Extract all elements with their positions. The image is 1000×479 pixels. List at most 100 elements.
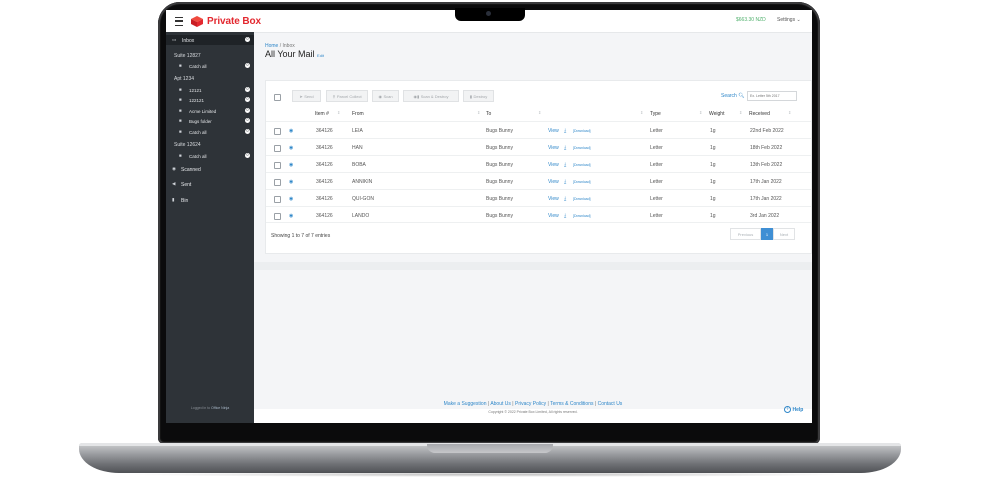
- help-button[interactable]: ? Help: [784, 406, 803, 413]
- row-checkbox[interactable]: [274, 145, 281, 152]
- sort-icon[interactable]: ⇕: [739, 110, 742, 115]
- table-row[interactable]: ◉ 364126 BOBA Bugs Bunny View ⤓ [Downloa…: [266, 155, 811, 172]
- eye-icon[interactable]: ◉: [289, 196, 293, 202]
- sidebar-item-catch-all[interactable]: ■ Catch all 0: [166, 151, 254, 161]
- sidebar-item-scanned[interactable]: ◉ Scanned: [166, 164, 254, 174]
- footer-separator: |: [512, 401, 514, 407]
- view-link[interactable]: View: [548, 196, 559, 202]
- destroy-button[interactable]: ▮ Destroy: [463, 90, 494, 102]
- download-link[interactable]: [Download]: [573, 163, 591, 167]
- download-icon[interactable]: ⤓: [564, 213, 566, 219]
- sidebar-item-122121[interactable]: ■ 122121 0: [166, 95, 254, 105]
- table-header: Item # ⇕ From ⇕ To ⇕ ⇕ Type ⇕ Weight ⇕ R…: [266, 109, 811, 119]
- cell-weight: 1g: [710, 128, 716, 134]
- edit-link[interactable]: Edit: [317, 53, 324, 58]
- download-icon[interactable]: ⤓: [564, 196, 566, 202]
- trash-icon: ▮: [469, 93, 472, 99]
- sort-icon[interactable]: ⇕: [640, 110, 643, 115]
- col-type[interactable]: Type: [650, 111, 661, 117]
- sort-icon[interactable]: ⇕: [699, 110, 702, 115]
- cell-received: 3rd Jan 2022: [750, 213, 780, 219]
- sidebar-group-apt-1234[interactable]: Apt 1234: [166, 73, 254, 83]
- settings-menu[interactable]: Settings ⌄: [777, 17, 801, 23]
- select-all-checkbox[interactable]: [274, 94, 281, 101]
- sidebar-group-suite-12624[interactable]: Suite 12624: [166, 139, 254, 149]
- page-1-button[interactable]: 1: [761, 228, 773, 240]
- row-checkbox[interactable]: [274, 196, 281, 203]
- sort-icon[interactable]: ⇕: [477, 110, 480, 115]
- download-icon[interactable]: ⤓: [564, 145, 566, 151]
- download-link[interactable]: [Download]: [573, 197, 591, 201]
- col-weight[interactable]: Weight: [709, 111, 724, 117]
- download-link[interactable]: [Download]: [573, 146, 591, 150]
- scan-button[interactable]: ◉ Scan: [372, 90, 399, 102]
- view-link[interactable]: View: [548, 128, 559, 134]
- cell-item: 364126: [316, 196, 333, 202]
- destroy-label: Destroy: [473, 93, 488, 99]
- send-button[interactable]: ➤ Send: [292, 90, 321, 102]
- table-row[interactable]: ◉ 364126 LANDO Bugs Bunny View ⤓ [Downlo…: [266, 206, 811, 223]
- col-from[interactable]: From: [352, 111, 364, 117]
- row-checkbox[interactable]: [274, 179, 281, 186]
- row-checkbox[interactable]: [274, 162, 281, 169]
- sidebar-item-inbox[interactable]: ▭ Inbox 0: [166, 35, 254, 45]
- next-page-button[interactable]: Next: [773, 228, 795, 240]
- footer-link-privacy[interactable]: Privacy Policy: [515, 401, 546, 407]
- view-link[interactable]: View: [548, 179, 559, 185]
- footer-link-contact[interactable]: Contact Us: [598, 401, 623, 407]
- sort-icon[interactable]: ⇕: [788, 110, 791, 115]
- scan-destroy-button[interactable]: ◉▮ Scan & Destroy: [403, 90, 459, 102]
- download-icon[interactable]: ⤓: [564, 179, 566, 185]
- count-badge: 0: [245, 153, 250, 158]
- eye-icon[interactable]: ◉: [289, 128, 293, 134]
- download-link[interactable]: [Download]: [573, 180, 591, 184]
- col-item[interactable]: Item #: [315, 111, 329, 117]
- parcel-collect-button[interactable]: ⚲ Parcel Collect: [326, 90, 368, 102]
- eye-icon[interactable]: ◉: [289, 162, 293, 168]
- sidebar-item-catch-all[interactable]: ■ Catch all 0: [166, 61, 254, 71]
- brand-logo[interactable]: Private Box: [190, 13, 261, 29]
- row-checkbox[interactable]: [274, 128, 281, 135]
- table-row[interactable]: ◉ 364126 QUI-GON Bugs Bunny View ⤓ [Down…: [266, 189, 811, 206]
- footer-link-about[interactable]: About Us: [490, 401, 511, 407]
- table-row[interactable]: ◉ 364126 HAN Bugs Bunny View ⤓ [Download…: [266, 138, 811, 155]
- col-received[interactable]: Received: [749, 111, 770, 117]
- row-checkbox[interactable]: [274, 213, 281, 220]
- hamburger-menu-icon[interactable]: [175, 17, 183, 26]
- view-link[interactable]: View: [548, 213, 559, 219]
- cell-from: ANNIKIN: [352, 179, 373, 185]
- table-row[interactable]: ◉ 364126 LEIA Bugs Bunny View ⤓ [Downloa…: [266, 121, 811, 138]
- sidebar-item-sent[interactable]: ◀ Sent: [166, 179, 254, 189]
- cell-received: 17th Jan 2022: [750, 196, 782, 202]
- sidebar-group-suite-12827[interactable]: Suite 12827: [166, 50, 254, 60]
- sidebar-item-label: 122121: [189, 97, 205, 103]
- download-icon[interactable]: ⤓: [564, 162, 566, 168]
- download-link[interactable]: [Download]: [573, 214, 591, 218]
- col-to[interactable]: To: [486, 111, 491, 117]
- eye-icon[interactable]: ◉: [289, 213, 293, 219]
- sidebar-item-12121[interactable]: ■ 12121 0: [166, 85, 254, 95]
- table-row[interactable]: ◉ 364126 ANNIKIN Bugs Bunny View ⤓ [Down…: [266, 172, 811, 189]
- eye-trash-icon: ◉▮: [413, 93, 420, 99]
- view-link[interactable]: View: [548, 145, 559, 151]
- cell-weight: 1g: [710, 179, 716, 185]
- download-icon[interactable]: ⤓: [564, 128, 566, 134]
- sidebar-item-catch-all[interactable]: ■ Catch all 0: [166, 127, 254, 137]
- sidebar-item-bugs-folder[interactable]: ■ Bugs folder 0: [166, 116, 254, 126]
- view-link[interactable]: View: [548, 162, 559, 168]
- footer-link-terms[interactable]: Terms & Conditions: [550, 401, 593, 407]
- footer-link-suggestion[interactable]: Make a Suggestion: [444, 401, 487, 407]
- parcel-collect-label: Parcel Collect: [336, 93, 362, 99]
- office-link[interactable]: Office Ninja: [211, 406, 229, 410]
- sidebar-item-acme-limited[interactable]: ■ Acme Limited 0: [166, 106, 254, 116]
- mail-panel: ➤ Send ⚲ Parcel Collect ◉ Scan ◉▮ Scan & Des…: [265, 80, 812, 254]
- eye-icon[interactable]: ◉: [289, 145, 293, 151]
- sidebar-item-bin[interactable]: ▮ Bin: [166, 195, 254, 205]
- cell-to: Bugs Bunny: [486, 128, 513, 134]
- sort-icon[interactable]: ⇕: [337, 110, 340, 115]
- previous-page-button[interactable]: Previous: [730, 228, 761, 240]
- eye-icon[interactable]: ◉: [289, 179, 293, 185]
- download-link[interactable]: [Download]: [573, 129, 591, 133]
- sort-icon[interactable]: ⇕: [538, 110, 541, 115]
- search-input[interactable]: [747, 91, 797, 101]
